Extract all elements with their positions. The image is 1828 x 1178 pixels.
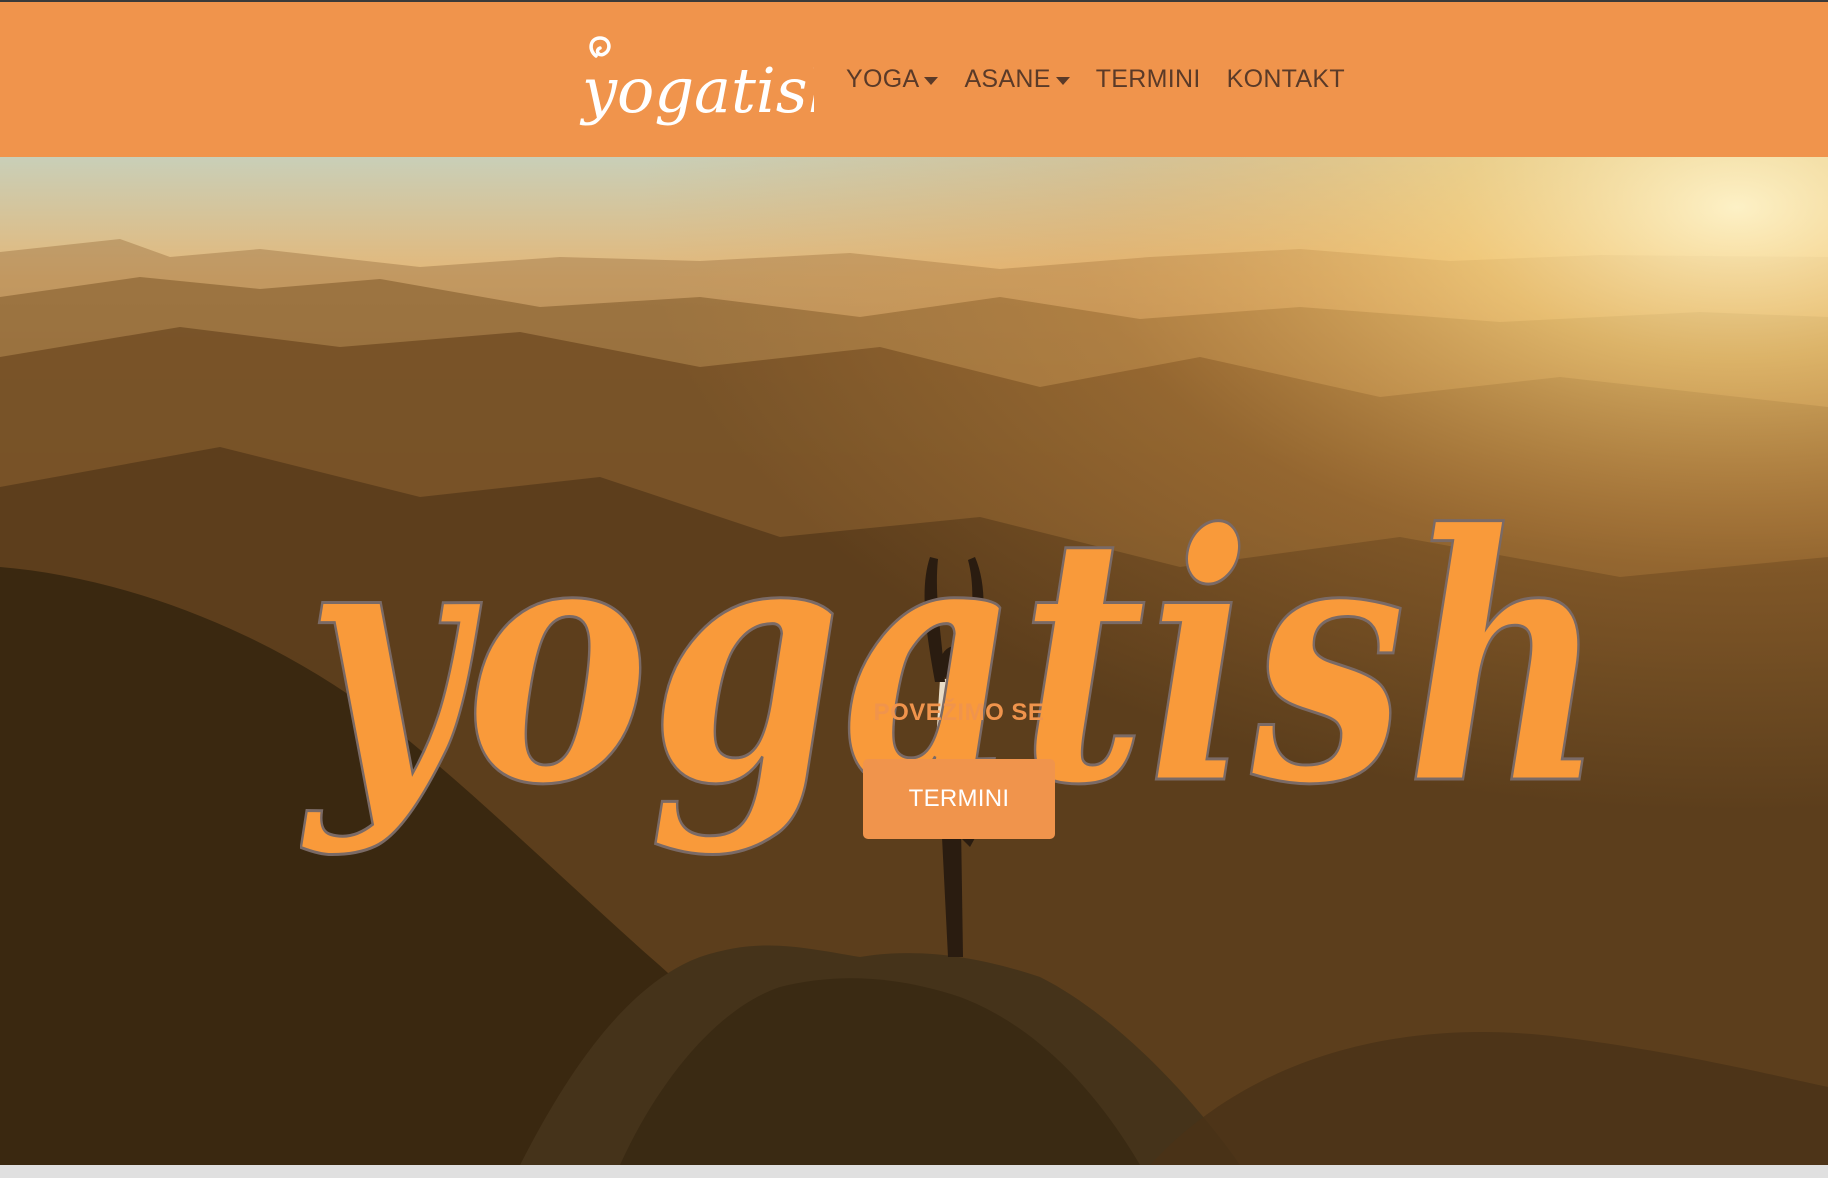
caret-down-icon: [924, 76, 939, 85]
nav-item-termini[interactable]: TERMINI: [1096, 65, 1201, 94]
navbar: yogatish YOGA ASANE TERMINI KONTAKT: [0, 2, 1828, 157]
page: yogatish YOGA ASANE TERMINI KONTAKT: [0, 0, 1828, 1178]
nav-item-asane[interactable]: ASANE: [964, 65, 1070, 94]
brand-logo[interactable]: yogatish: [574, 30, 814, 130]
hero-section: yogatish POVEŽIMO SE TERMINI: [0, 157, 1828, 1165]
nav-item-label: TERMINI: [1095, 65, 1201, 93]
nav-item-label: ASANE: [964, 65, 1051, 93]
hero-tagline: POVEŽIMO SE: [873, 699, 1045, 726]
bottom-edge: [0, 1165, 1828, 1178]
nav-item-label: YOGA: [846, 65, 920, 93]
nav-item-yoga[interactable]: YOGA: [846, 65, 939, 94]
caret-down-icon: [1055, 76, 1070, 85]
termini-button[interactable]: TERMINI: [863, 759, 1055, 839]
nav-item-label: KONTAKT: [1226, 65, 1345, 93]
nav-item-kontakt[interactable]: KONTAKT: [1227, 65, 1345, 94]
main-nav: YOGA ASANE TERMINI KONTAKT: [846, 2, 1371, 157]
brand-wordmark: yogatish: [579, 54, 814, 127]
